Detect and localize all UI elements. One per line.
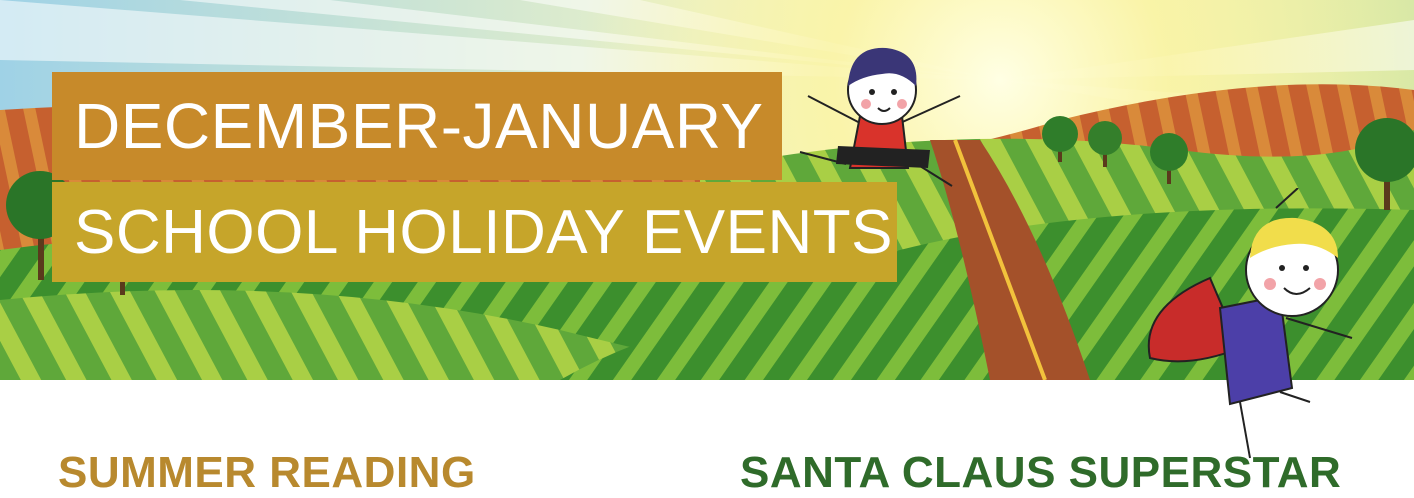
section-heading-summer-reading: SUMMER READING — [58, 448, 476, 497]
title-line-1: DECEMBER-JANUARY — [52, 72, 782, 180]
section-heading-santa-superstar: SANTA CLAUS SUPERSTAR — [740, 448, 1342, 497]
jumping-kid-illustration — [799, 47, 961, 187]
caped-kid-illustration — [1147, 188, 1353, 459]
title-line-2: SCHOOL HOLIDAY EVENTS — [52, 182, 897, 282]
